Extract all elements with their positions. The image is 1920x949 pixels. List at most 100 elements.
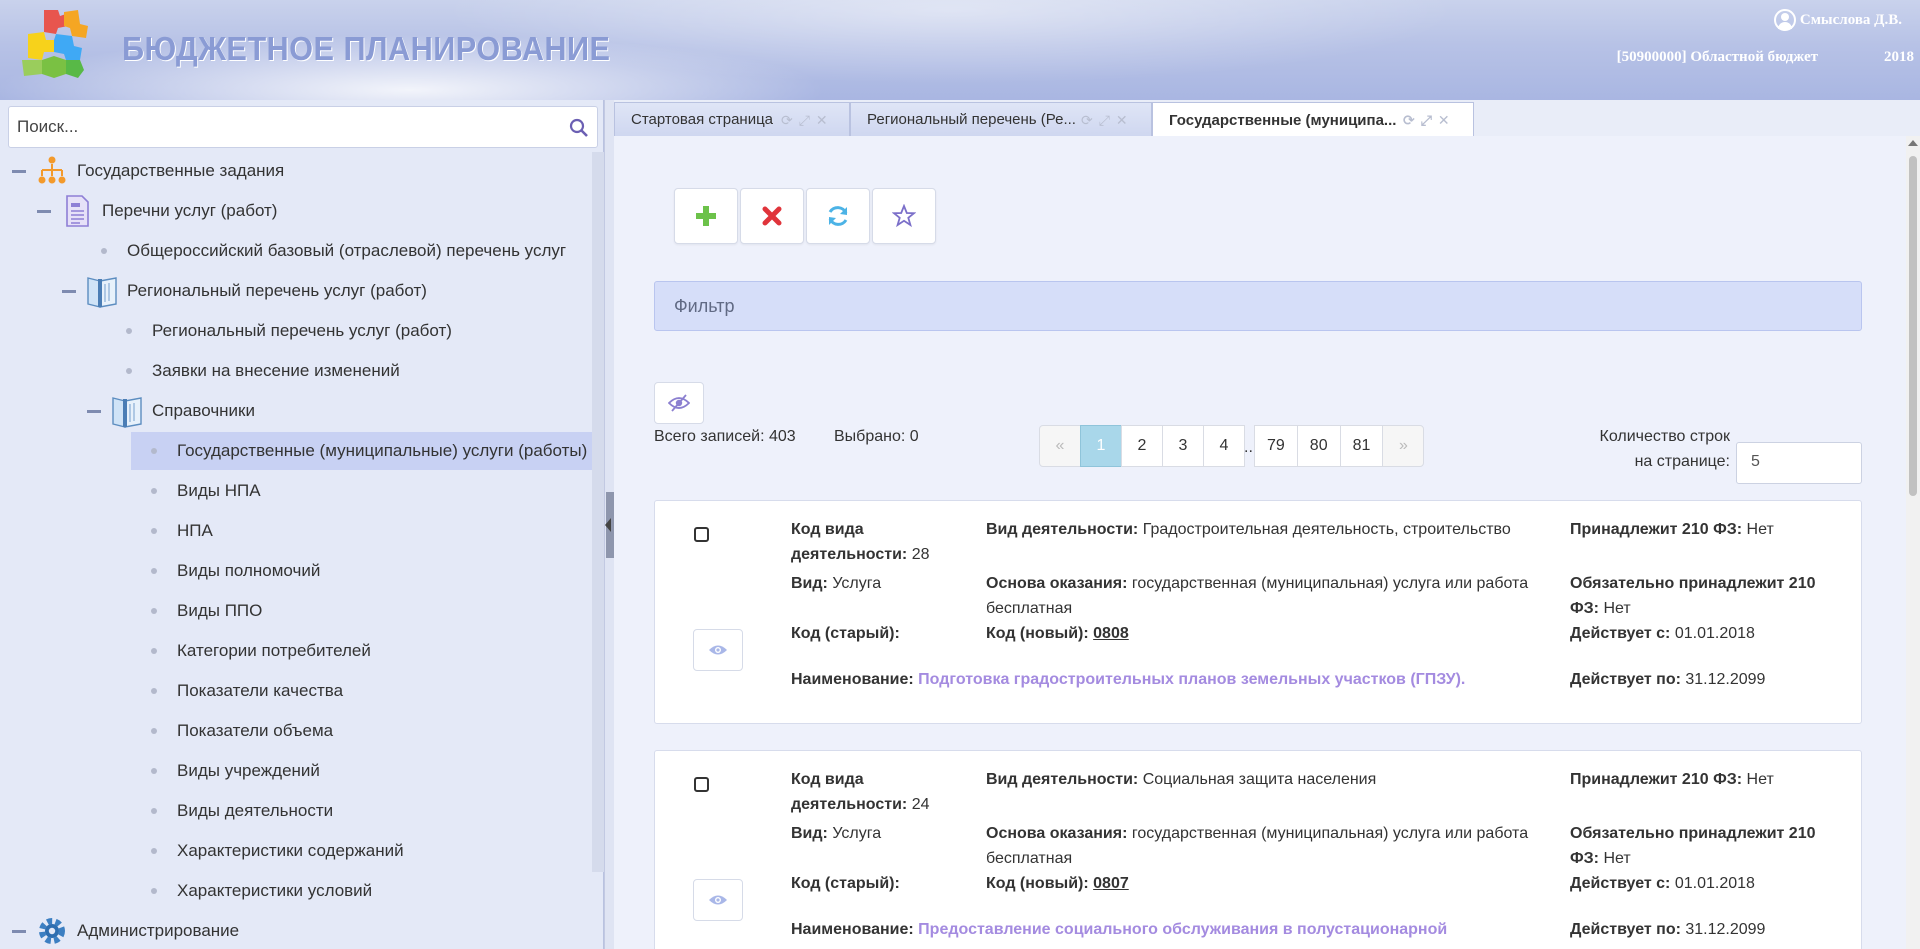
gear-icon	[35, 914, 69, 948]
selected-count: Выбрано: 0	[834, 428, 919, 445]
rows-per-page-input[interactable]: 5	[1736, 442, 1862, 484]
tab-controls-icon[interactable]: ⟳⤢✕	[1081, 112, 1134, 129]
sidebar-item[interactable]: Справочники	[0, 392, 594, 430]
tab-start-page[interactable]: Стартовая страница ⟳⤢✕	[614, 102, 850, 136]
field-value: Нет	[1746, 521, 1774, 538]
bullet-icon	[151, 768, 157, 774]
tab-controls-icon[interactable]: ⟳⤢✕	[781, 112, 834, 129]
sidebar-item[interactable]: Виды деятельности	[0, 792, 594, 830]
year-selector[interactable]: 2018	[1884, 49, 1914, 66]
scroll-up-arrow-icon[interactable]	[1908, 140, 1918, 146]
refresh-button[interactable]	[806, 188, 870, 244]
main-scrollbar[interactable]	[1906, 136, 1920, 949]
sidebar-item-label: Общероссийский базовый (отраслевой) пере…	[127, 241, 567, 260]
code-link[interactable]: 0807	[1093, 875, 1129, 892]
field-label: Принадлежит 210 ФЗ:	[1570, 771, 1743, 788]
field-label: Вид:	[791, 575, 828, 592]
panel-splitter[interactable]	[604, 100, 614, 949]
field-label: Код вида деятельности:	[791, 771, 908, 813]
search-input[interactable]	[17, 107, 557, 147]
sidebar-item[interactable]: Характеристики содержаний	[0, 832, 594, 870]
sidebar-item[interactable]: Показатели качества	[0, 672, 594, 710]
bullet-icon	[151, 488, 157, 494]
sidebar-item[interactable]: Региональный перечень услуг (работ)	[0, 312, 594, 350]
sidebar-item[interactable]: Перечни услуг (работ)	[0, 192, 594, 230]
eye-icon	[709, 895, 727, 905]
record-checkbox[interactable]	[694, 777, 709, 792]
tab-label: Региональный перечень (Ре...	[867, 111, 1076, 128]
page-81-button[interactable]: 81	[1339, 425, 1384, 467]
prev-page-button[interactable]: «	[1039, 425, 1081, 467]
sidebar-item[interactable]: Региональный перечень услуг (работ)	[0, 272, 594, 310]
field-belongs-210: Принадлежит 210 ФЗ: Нет	[1570, 767, 1830, 792]
sidebar-item-label: Категории потребителей	[177, 641, 371, 660]
sidebar-scrollbar[interactable]	[592, 152, 604, 872]
tab-controls-icon[interactable]: ⟳⤢✕	[1403, 112, 1456, 129]
view-record-button[interactable]	[693, 629, 743, 671]
delete-button[interactable]	[740, 188, 804, 244]
sidebar-item[interactable]: Государственные (муниципальные) услуги (…	[131, 432, 594, 470]
sidebar-item[interactable]: Характеристики условий	[0, 872, 594, 910]
code-link[interactable]: 0808	[1093, 625, 1129, 642]
filter-label: Фильтр	[674, 296, 735, 316]
sidebar-item[interactable]: Виды ППО	[0, 592, 594, 630]
field-label: Вид деятельности:	[986, 771, 1139, 788]
field-label: Вид деятельности:	[986, 521, 1139, 538]
eye-slash-icon	[668, 394, 690, 412]
field-must-belong-210: Обязательно принадлежит 210 ФЗ: Нет	[1570, 571, 1830, 621]
sidebar-item[interactable]: Категории потребителей	[0, 632, 594, 670]
sidebar-item[interactable]: Заявки на внесение изменений	[0, 352, 594, 390]
field-kind: Вид: Услуга	[791, 571, 971, 596]
sidebar-item[interactable]: Виды полномочий	[0, 552, 594, 590]
add-button[interactable]	[674, 188, 738, 244]
sidebar-item[interactable]: Виды учреждений	[0, 752, 594, 790]
field-activity-type: Вид деятельности: Социальная защита насе…	[986, 767, 1546, 792]
toggle-visibility-button[interactable]	[654, 382, 704, 424]
record-name-link[interactable]: Подготовка градостроительных планов земе…	[918, 671, 1465, 688]
pagination: « 1 2 3 4 ... 79 80 81 »	[1039, 425, 1425, 467]
page-79-button[interactable]: 79	[1254, 425, 1298, 467]
sidebar-item[interactable]: Виды НПА	[0, 472, 594, 510]
budget-selector[interactable]: [50900000] Областной бюджет	[1617, 49, 1818, 66]
sidebar-item-label: Виды учреждений	[177, 761, 320, 780]
filter-panel-header[interactable]: Фильтр	[654, 281, 1862, 331]
sidebar-item[interactable]: Общероссийский базовый (отраслевой) пере…	[0, 232, 594, 270]
collapse-minus-icon[interactable]	[87, 410, 101, 413]
sidebar-item-label: Виды ППО	[177, 601, 263, 620]
sidebar-item[interactable]: Государственные задания	[0, 152, 594, 190]
page-2-button[interactable]: 2	[1121, 425, 1163, 467]
page-4-button[interactable]: 4	[1203, 425, 1245, 467]
total-records: Всего записей: 403	[654, 428, 796, 445]
collapse-minus-icon[interactable]	[62, 290, 76, 293]
field-value: 24	[911, 796, 930, 813]
page-3-button[interactable]: 3	[1162, 425, 1204, 467]
collapse-minus-icon[interactable]	[12, 930, 26, 933]
sidebar-item[interactable]: Администрирование	[0, 912, 594, 949]
tab-state-services[interactable]: Государственные (муниципа... ⟳⤢✕	[1152, 102, 1474, 137]
sidebar-item[interactable]: Показатели объема	[0, 712, 594, 750]
page-80-button[interactable]: 80	[1296, 425, 1341, 467]
field-label: Код (старый):	[791, 875, 900, 892]
search-icon[interactable]	[569, 118, 589, 138]
star-icon	[892, 204, 916, 228]
scrollbar-thumb[interactable]	[1909, 156, 1917, 496]
view-record-button[interactable]	[693, 879, 743, 921]
eye-icon	[709, 645, 727, 655]
next-page-button[interactable]: »	[1382, 425, 1425, 467]
sidebar-item-label: Государственные (муниципальные) услуги (…	[177, 441, 588, 460]
collapse-minus-icon[interactable]	[37, 210, 51, 213]
page-1-button[interactable]: 1	[1080, 425, 1122, 467]
field-label: Основа оказания:	[986, 575, 1128, 592]
bullet-icon	[151, 688, 157, 694]
puzzle-logo-icon	[22, 10, 88, 78]
tab-regional-list[interactable]: Региональный перечень (Ре... ⟳⤢✕	[850, 102, 1152, 136]
favorite-button[interactable]	[872, 188, 936, 244]
record-card: Код вида деятельности: 24 Вид деятельнос…	[654, 750, 1862, 949]
collapse-minus-icon[interactable]	[12, 170, 26, 173]
field-activity-code: Код вида деятельности: 28	[791, 517, 951, 567]
collapse-sidebar-handle[interactable]	[605, 492, 614, 558]
user-menu[interactable]: Смыслова Д.В.	[1773, 9, 1902, 31]
record-name-link[interactable]: Предоставление социального обслуживания …	[918, 921, 1447, 938]
sidebar-item[interactable]: НПА	[0, 512, 594, 550]
record-checkbox[interactable]	[694, 527, 709, 542]
